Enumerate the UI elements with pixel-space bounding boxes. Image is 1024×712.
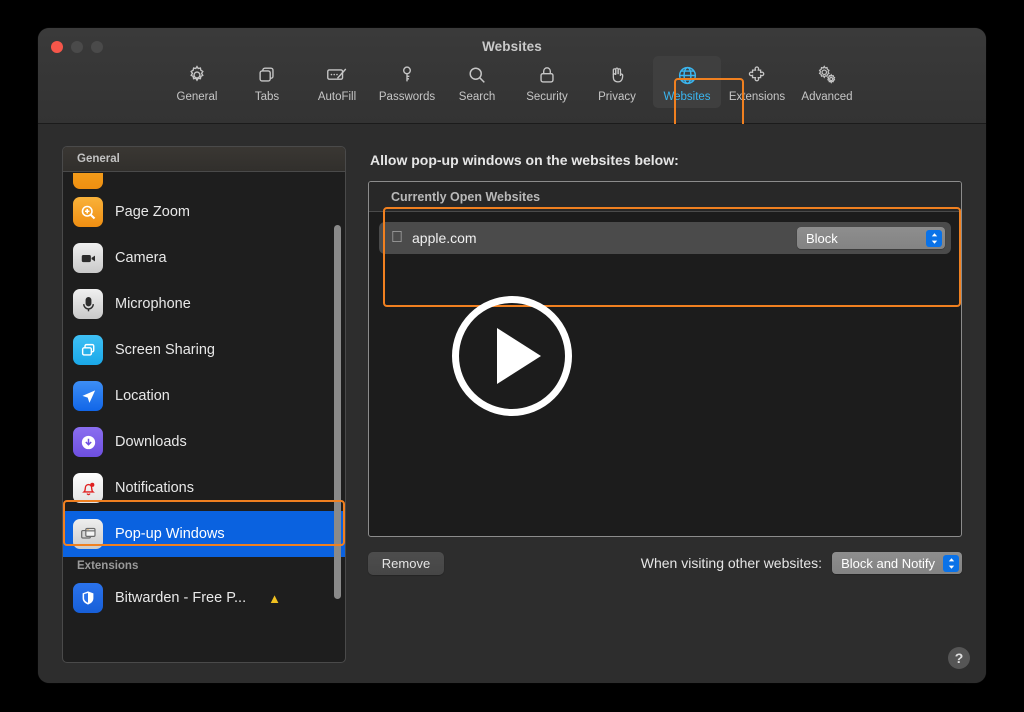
toolbar-item-autofill[interactable]: AutoFill [303,56,371,108]
toolbar-item-general[interactable]: General [163,56,231,108]
toolbar-item-extensions[interactable]: Extensions [723,56,791,108]
sidebar-item-clipped[interactable] [63,173,345,189]
toolbar-label: General [176,91,218,103]
websites-main-pane: Allow pop-up windows on the websites bel… [368,146,962,663]
hand-icon [606,62,628,88]
apple-logo-icon:  [391,230,403,246]
other-websites-label: When visiting other websites: [640,555,823,571]
sidebar-item-label: Pop-up Windows [115,526,225,542]
site-permission-dropdown[interactable]: Block [797,227,945,249]
window-title: Websites [482,39,542,54]
toolbar-item-websites[interactable]: Websites [653,56,721,108]
sidebar-section-header: General [63,147,345,172]
sidebar-item-label: Microphone [115,296,191,312]
puzzle-icon [746,62,769,88]
table-row[interactable]:  apple.com Block [379,222,951,254]
chevron-up-down-icon [943,554,959,572]
sidebar-item-label: Camera [115,250,167,266]
key-icon [396,62,418,88]
toolbar-item-search[interactable]: Search [443,56,511,108]
window-titlebar: Websites General Tabs AutoFill Passwords… [38,28,986,136]
sidebar-item-screen-sharing[interactable]: Screen Sharing [63,327,345,373]
dropdown-value: Block and Notify [841,555,935,571]
toolbar-label: Tabs [254,91,280,103]
toolbar-label: Privacy [598,91,636,103]
gear-icon [186,62,208,88]
chevron-up-down-icon [926,229,942,247]
toolbar-label: AutoFill [317,91,357,103]
sidebar-group-extensions: Extensions [77,560,139,572]
sidebar-item-label: Notifications [115,480,194,496]
preferences-toolbar: General Tabs AutoFill Passwords Search S… [38,56,986,108]
sidebar-item-notifications[interactable]: Notifications [63,465,345,511]
toolbar-label: Extensions [728,91,786,103]
sidebar-item-label: Screen Sharing [115,342,215,358]
dropdown-value: Block [806,230,838,246]
sidebar-item-label: Location [115,388,170,404]
other-websites-dropdown[interactable]: Block and Notify [832,552,962,574]
help-button[interactable]: ? [948,647,970,669]
camera-icon [73,243,103,273]
toolbar-item-tabs[interactable]: Tabs [233,56,301,108]
screen-sharing-icon [73,335,103,365]
globe-icon [676,62,699,88]
pane-bottom-bar: Remove When visiting other websites: Blo… [368,551,962,575]
autofill-icon [325,62,349,88]
toolbar-item-privacy[interactable]: Privacy [583,56,651,108]
sidebar-item-pop-up-windows[interactable]: Pop-up Windows [63,511,345,557]
sidebar-item-location[interactable]: Location [63,373,345,419]
warning-triangle-icon: ▲ [268,590,281,606]
toolbar-label: Advanced [801,91,853,103]
search-icon [466,62,488,88]
toolbar-label: Search [458,91,496,103]
bitwarden-shield-icon [73,583,103,613]
site-domain: apple.com [400,230,477,246]
lock-icon [536,62,558,88]
remove-button[interactable]: Remove [368,551,444,575]
sidebar-scroll-area[interactable]: Page Zoom Camera Microphone Screen Shari… [63,173,345,662]
gears-icon [815,62,839,88]
list-section-header: Currently Open Websites [369,182,961,212]
popup-windows-icon [73,519,103,549]
pane-lead-text: Allow pop-up windows on the websites bel… [370,152,679,168]
microphone-icon [73,289,103,319]
sidebar-item-camera[interactable]: Camera [63,235,345,281]
sidebar-item-microphone[interactable]: Microphone [63,281,345,327]
play-triangle [497,328,541,384]
toolbar-label: Security [526,91,568,103]
downloads-icon [73,427,103,457]
play-icon[interactable] [452,296,572,416]
partial-orange-icon [73,173,103,189]
location-icon [73,381,103,411]
other-websites-control: When visiting other websites: Block and … [641,552,962,574]
toolbar-item-security[interactable]: Security [513,56,581,108]
sidebar-item-downloads[interactable]: Downloads [63,419,345,465]
sidebar-item-label: Bitwarden - Free P... [115,590,247,606]
sidebar-item-label: Downloads [115,434,187,450]
screenshot-root: Websites General Tabs AutoFill Passwords… [0,0,1024,712]
sidebar-item-bitwarden[interactable]: Bitwarden - Free P... ▲ [63,575,345,621]
tabs-icon [256,62,278,88]
websites-sidebar: General Page Zoom Camera Microphone Scre… [62,146,346,663]
toolbar-item-advanced[interactable]: Advanced [793,56,861,108]
toolbar-label: Websites [663,91,711,103]
sidebar-item-label: Page Zoom [115,204,190,220]
toolbar-label: Passwords [378,91,436,103]
notifications-icon [73,473,103,503]
sidebar-scrollbar-thumb[interactable] [334,225,341,599]
toolbar-item-passwords[interactable]: Passwords [373,56,441,108]
sidebar-item-page-zoom[interactable]: Page Zoom [63,189,345,235]
page-zoom-icon [73,197,103,227]
